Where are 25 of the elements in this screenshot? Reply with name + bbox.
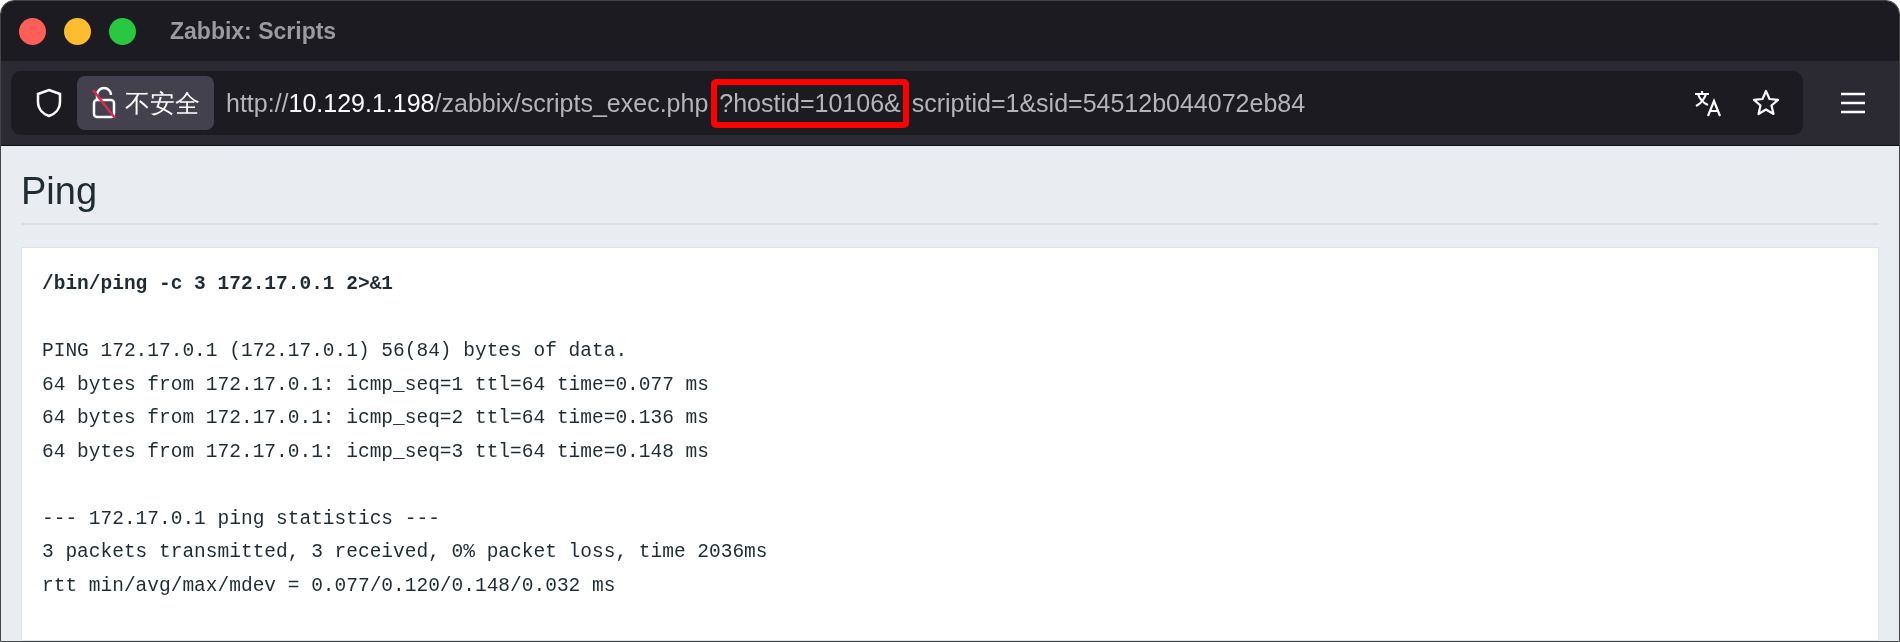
output-line: rtt min/avg/max/mdev = 0.077/0.120/0.148/0.032 ms [42, 573, 617, 599]
output-line: 64 bytes from 172.17.0.1: icmp_seq=3 ttl=64 time=0.148 ms [42, 439, 710, 465]
star-icon[interactable] [1751, 88, 1781, 118]
translate-icon[interactable] [1693, 88, 1723, 118]
url-text: /zabbix/scripts_exec.php [434, 88, 709, 118]
close-button[interactable] [19, 17, 46, 45]
lock-icon [91, 86, 117, 120]
page-heading: Ping [21, 170, 1879, 225]
minimize-button[interactable] [64, 17, 91, 45]
output-line: --- 172.17.0.1 ping statistics --- [42, 506, 441, 532]
url-text: 10.129.1.198 [288, 88, 435, 118]
output-line: PING 172.17.0.1 (172.17.0.1) 56(84) bytes of data. [42, 339, 629, 364]
output-line: 64 bytes from 172.17.0.1: icmp_seq=1 ttl=64 time=0.077 ms [42, 372, 710, 398]
maximize-button[interactable] [109, 17, 136, 45]
highlighted-url-part: ?hostid=10106& [711, 78, 909, 128]
security-indicator[interactable]: 不安全 [77, 76, 214, 130]
window-title: Zabbix: Scripts [170, 17, 337, 45]
shield-icon[interactable] [35, 88, 63, 118]
command-text: /bin/ping -c 3 172.17.0.1 2>&1 [42, 272, 395, 297]
menu-icon[interactable] [1839, 91, 1867, 115]
url-text: scriptid=1&sid=54512b044072eb84 [911, 88, 1306, 118]
output-line: 3 packets transmitted, 3 received, 0% packet loss, time 2036ms [42, 540, 769, 565]
output-line: 64 bytes from 172.17.0.1: icmp_seq=2 ttl=64 time=0.136 ms [42, 406, 710, 431]
address-bar[interactable]: 不安全 http://10.129.1.198/zabbix/scripts_exec.php ?hostid=10106& scriptid=1&sid=54512b044072eb84 [11, 71, 1803, 135]
url-text: http:// [226, 88, 289, 118]
